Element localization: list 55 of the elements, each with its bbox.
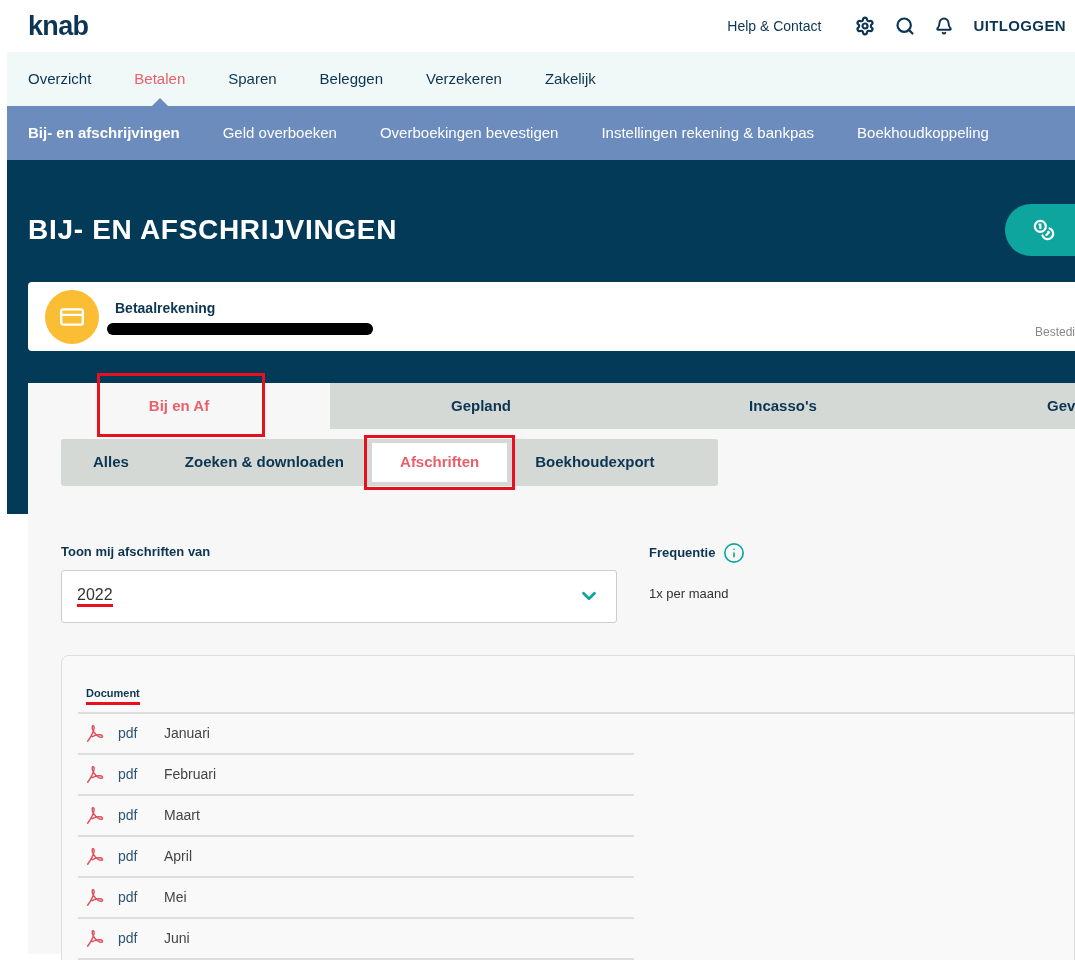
document-row[interactable]: pdf Juni xyxy=(78,918,634,960)
page-title: BIJ- EN AFSCHRIJVINGEN xyxy=(28,213,398,247)
subtab[interactable]: Zoeken & downloaden xyxy=(156,443,373,482)
main-nav-item[interactable]: Overzicht xyxy=(28,67,92,91)
document-row[interactable]: pdf Maart xyxy=(78,795,634,837)
account-side-label: Bestedi xyxy=(1034,324,1075,341)
file-type: pdf xyxy=(118,805,139,825)
pdf-icon xyxy=(84,845,106,867)
search-icon[interactable] xyxy=(895,16,916,36)
column-header: Document xyxy=(86,686,140,705)
document-month: April xyxy=(164,846,192,866)
main-nav-item[interactable]: Zakelijk xyxy=(544,67,596,91)
document-row[interactable]: pdf Februari xyxy=(78,754,634,796)
document-month: Maart xyxy=(164,805,200,825)
file-type: pdf xyxy=(118,928,139,948)
frequency-value: 1x per maand xyxy=(649,585,730,603)
main-nav-item[interactable]: Sparen xyxy=(228,67,277,91)
document-month: Mei xyxy=(164,887,187,907)
account-card[interactable]: Betaalrekening Bestedi xyxy=(28,282,1075,351)
main-nav-item[interactable]: Verzekeren xyxy=(426,67,502,91)
settings-icon[interactable] xyxy=(855,16,876,36)
document-row[interactable]: pdf April xyxy=(78,836,634,878)
pdf-icon xyxy=(84,927,106,949)
coins-button[interactable] xyxy=(1005,204,1075,256)
pdf-icon xyxy=(84,804,106,826)
subtab[interactable]: Boekhoudexport xyxy=(507,443,683,482)
document-month: Juni xyxy=(164,928,190,948)
logout-link[interactable]: UITLOGGEN xyxy=(973,14,1066,38)
document-row[interactable]: pdf Januari xyxy=(78,713,634,755)
info-icon[interactable] xyxy=(723,542,746,564)
pdf-icon xyxy=(84,886,106,908)
tab[interactable]: Gev xyxy=(934,383,1075,429)
file-type: pdf xyxy=(118,887,139,907)
document-month: Januari xyxy=(164,723,210,743)
file-type: pdf xyxy=(118,723,139,743)
file-type: pdf xyxy=(118,846,139,866)
card-icon xyxy=(45,289,99,344)
tab[interactable]: Gepland xyxy=(330,383,632,429)
document-month: Februari xyxy=(164,764,217,784)
pdf-icon xyxy=(84,763,106,785)
tab[interactable]: Incasso's xyxy=(632,383,934,429)
file-type: pdf xyxy=(118,764,139,784)
notification-icon[interactable] xyxy=(935,17,954,35)
subtab[interactable]: Alles xyxy=(65,443,157,482)
logo[interactable]: knab xyxy=(28,5,89,47)
document-row[interactable]: pdf Mei xyxy=(78,877,634,919)
period-label: Toon mij afschriften van xyxy=(61,543,212,561)
main-nav-item[interactable]: Beleggen xyxy=(319,67,383,91)
coins-icon xyxy=(1033,219,1055,241)
account-name: Betaalrekening xyxy=(115,299,217,318)
pdf-icon xyxy=(84,722,106,744)
year-value: 2022 xyxy=(77,585,113,607)
frequency-label: Frequentie xyxy=(649,544,716,563)
year-select[interactable]: 2022 xyxy=(61,569,617,623)
help-link[interactable]: Help & Contact xyxy=(727,15,822,37)
